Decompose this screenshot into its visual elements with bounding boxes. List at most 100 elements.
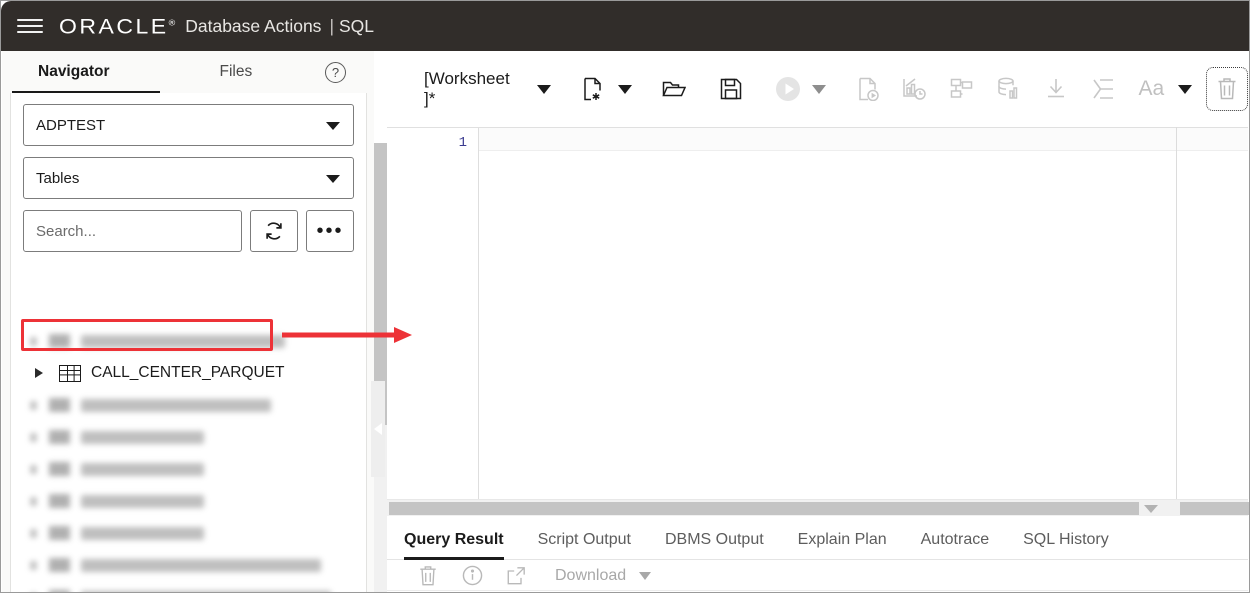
tab-query-result[interactable]: Query Result <box>404 531 504 560</box>
format-icon <box>1092 79 1113 99</box>
hamburger-menu-icon[interactable] <box>17 16 43 36</box>
database-actions-sql-window: ORACLE® Database Actions | SQL Navigator… <box>0 0 1250 593</box>
tab-dbms-output[interactable]: DBMS Output <box>665 531 764 559</box>
expand-arrow-icon <box>30 496 37 506</box>
list-item[interactable] <box>23 485 354 517</box>
explain-plan-button[interactable] <box>901 74 930 104</box>
expand-arrow-icon <box>30 432 37 442</box>
worksheet-toolbar: [Worksheet ]* Aa <box>387 51 1249 127</box>
new-worksheet-dropdown-icon[interactable] <box>617 84 632 94</box>
sql-tuning-button[interactable] <box>995 74 1024 104</box>
list-item-label: CALL_CENTER_PARQUET <box>91 364 285 381</box>
table-icon <box>49 334 70 348</box>
annotation-arrow <box>282 327 412 343</box>
refresh-button[interactable] <box>250 210 298 252</box>
font-size-button[interactable]: Aa <box>1135 74 1168 104</box>
list-item-label <box>81 462 204 476</box>
explain-plan-icon <box>903 78 927 100</box>
list-item[interactable] <box>23 453 354 485</box>
search-box[interactable] <box>23 210 242 252</box>
expand-arrow-icon <box>30 560 37 570</box>
table-icon <box>49 398 70 412</box>
list-item-call-center-parquet[interactable]: CALL_CENTER_PARQUET <box>23 357 354 389</box>
tab-files[interactable]: Files <box>220 51 253 93</box>
expand-arrow-icon <box>30 336 37 346</box>
editor-horizontal-scrollbar[interactable] <box>387 499 1249 516</box>
expand-arrow-icon <box>30 528 37 538</box>
worksheet-name-dropdown-icon[interactable] <box>536 84 551 94</box>
tab-script-output[interactable]: Script Output <box>538 531 631 559</box>
format-button[interactable] <box>1088 74 1117 104</box>
chevron-down-icon[interactable] <box>1144 505 1158 513</box>
object-type-select[interactable]: Tables <box>23 157 354 199</box>
editor-code-area[interactable] <box>479 128 1248 499</box>
run-statement-icon <box>775 77 800 101</box>
new-worksheet-button[interactable] <box>579 74 608 104</box>
expand-arrow-icon <box>30 464 37 474</box>
table-icon <box>59 364 81 382</box>
table-icon <box>49 526 70 540</box>
worksheet-panel: [Worksheet ]* Aa 1 Query Result Script O… <box>387 51 1249 592</box>
ellipsis-icon: ••• <box>316 220 344 242</box>
save-button[interactable] <box>716 74 745 104</box>
autotrace-button[interactable] <box>948 74 977 104</box>
clear-button[interactable] <box>1205 67 1249 111</box>
module-title: SQL <box>338 15 375 36</box>
run-statement-button[interactable] <box>773 74 802 104</box>
list-item[interactable] <box>23 389 354 421</box>
list-item[interactable] <box>23 581 354 592</box>
schema-select[interactable]: ADPTEST <box>23 104 354 146</box>
sql-editor[interactable]: 1 <box>387 127 1248 499</box>
trash-icon <box>420 565 436 585</box>
search-input[interactable] <box>24 211 241 251</box>
open-file-button[interactable] <box>660 74 689 104</box>
tab-autotrace[interactable]: Autotrace <box>921 531 989 559</box>
collapse-left-icon <box>374 423 382 435</box>
list-item-label <box>81 430 204 444</box>
table-icon <box>49 494 70 508</box>
download-button[interactable] <box>1041 74 1070 104</box>
results-clear-button[interactable] <box>415 563 441 589</box>
list-item[interactable] <box>23 517 354 549</box>
results-toolbar: Download <box>387 561 1248 591</box>
editor-right-divider <box>1176 127 1177 499</box>
object-tree: CALL_CENTER_PARQUET <box>23 325 354 592</box>
new-worksheet-icon <box>584 77 601 101</box>
open-file-icon <box>662 81 686 97</box>
tab-navigator[interactable]: Navigator <box>38 51 110 93</box>
object-type-select-value: Tables <box>36 169 80 187</box>
list-item-label <box>81 334 285 348</box>
results-open-button[interactable] <box>503 563 529 589</box>
navigator-body: ADPTEST Tables ••• <box>10 93 367 592</box>
current-line-highlight <box>479 128 1248 151</box>
list-item-label <box>81 398 271 412</box>
editor-scrollbar-thumb[interactable] <box>389 502 1139 515</box>
worksheet-name[interactable]: [Worksheet ]* <box>424 69 522 109</box>
list-item[interactable] <box>23 549 354 581</box>
external-link-icon <box>507 566 525 584</box>
results-info-button[interactable] <box>459 563 485 589</box>
run-script-button[interactable] <box>854 74 883 104</box>
download-results-dropdown-icon[interactable] <box>639 571 652 580</box>
help-icon[interactable]: ? <box>325 62 346 83</box>
panel-collapse-splitter[interactable] <box>371 381 385 477</box>
autotrace-icon <box>950 78 973 98</box>
editor-gutter: 1 <box>387 128 479 499</box>
app-header: ORACLE® Database Actions | SQL <box>1 1 1249 51</box>
list-item-label <box>81 494 204 508</box>
chevron-down-icon <box>326 122 340 130</box>
sql-tuning-icon <box>998 77 1018 99</box>
expand-arrow-icon[interactable] <box>29 368 49 378</box>
tab-sql-history[interactable]: SQL History <box>1023 531 1109 559</box>
font-size-dropdown-icon[interactable] <box>1177 84 1192 94</box>
editor-scrollbar-thumb-secondary[interactable] <box>1180 502 1249 515</box>
more-actions-button[interactable]: ••• <box>306 210 354 252</box>
list-item[interactable] <box>23 421 354 453</box>
download-results-label[interactable]: Download <box>555 567 626 585</box>
run-dropdown-icon[interactable] <box>812 84 827 94</box>
download-icon <box>1047 79 1064 98</box>
tab-explain-plan[interactable]: Explain Plan <box>798 531 887 559</box>
navigator-panel: Navigator Files ? ADPTEST Tables Search.… <box>2 51 387 592</box>
refresh-icon <box>266 222 282 240</box>
header-separator: | <box>329 15 334 36</box>
